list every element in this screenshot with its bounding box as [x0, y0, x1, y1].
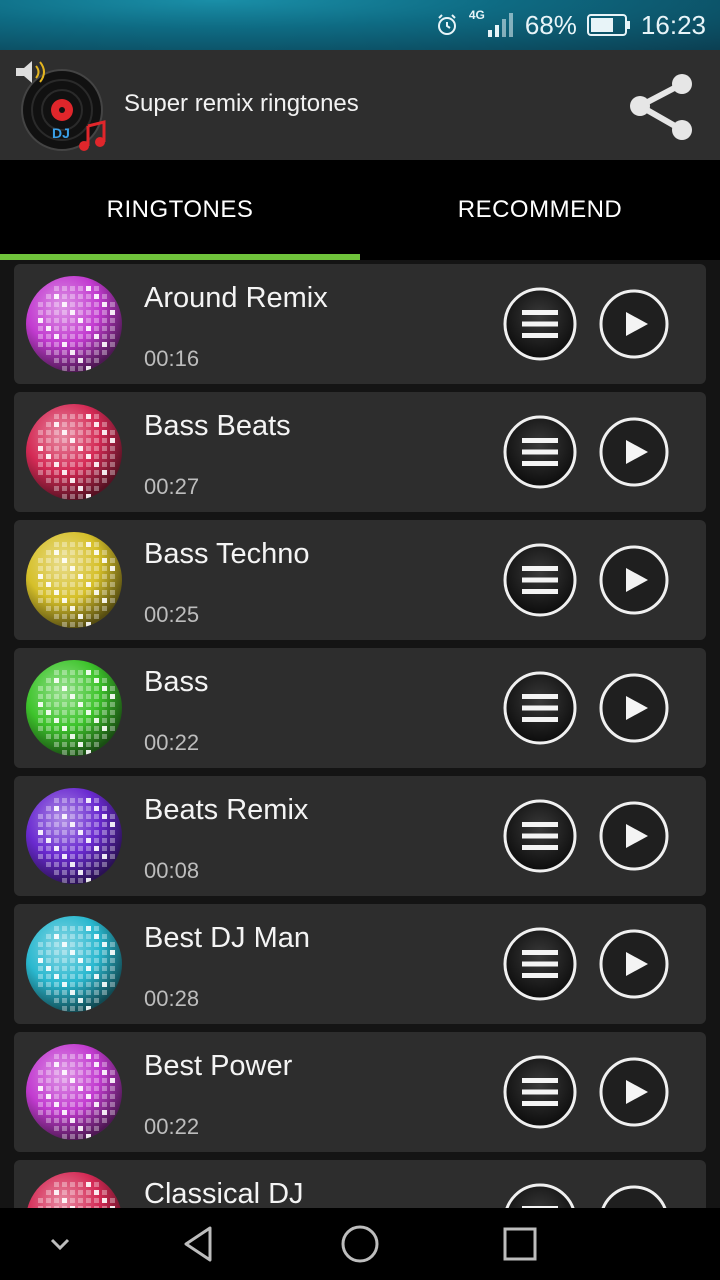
ringtone-item[interactable]: Classical DJ	[14, 1160, 706, 1208]
back-icon[interactable]	[178, 1222, 222, 1266]
ringtone-menu-button[interactable]	[502, 926, 578, 1002]
share-icon	[630, 74, 692, 140]
ringtone-duration: 00:16	[144, 346, 200, 371]
ringtone-duration: 00:28	[144, 986, 200, 1011]
menu-icon	[503, 927, 577, 1001]
ringtone-play-button[interactable]	[598, 544, 670, 616]
menu-icon	[503, 1055, 577, 1129]
ringtone-duration: 00:25	[144, 602, 200, 627]
menu-icon	[505, 1183, 575, 1208]
ringtone-title: Best DJ Man	[144, 922, 310, 954]
menu-icon	[503, 671, 577, 745]
ringtone-item[interactable]: Bass 00:22	[14, 648, 706, 768]
status-bar: 4G 68% 16:23	[0, 0, 720, 50]
ringtone-play-button[interactable]	[598, 288, 670, 360]
ringtone-item[interactable]: Best DJ Man 00:28	[14, 904, 706, 1024]
ringtone-duration: 00:27	[144, 474, 200, 499]
disco-ball-icon	[24, 402, 124, 502]
play-icon	[599, 929, 669, 999]
ringtone-title: Bass Techno	[144, 538, 310, 570]
ringtone-play-button[interactable]	[598, 1056, 670, 1128]
ringtone-item[interactable]: Around Remix 00:16	[14, 264, 706, 384]
disco-ball-icon	[24, 1042, 124, 1142]
ringtone-play-button[interactable]	[598, 416, 670, 488]
battery-percent: 68%	[524, 9, 577, 40]
clock: 16:23	[640, 9, 706, 40]
ringtone-menu-button[interactable]	[502, 1182, 578, 1208]
alarm-icon	[437, 14, 456, 35]
ringtone-title: Classical DJ	[144, 1178, 304, 1208]
tab-recommend[interactable]: RECOMMEND	[360, 160, 720, 260]
menu-icon	[503, 287, 577, 361]
network-type: 4G	[468, 8, 485, 22]
play-icon	[599, 801, 669, 871]
menu-icon	[503, 543, 577, 617]
home-icon[interactable]	[338, 1222, 382, 1266]
ringtone-item[interactable]: Best Power 00:22	[14, 1032, 706, 1152]
ringtone-item[interactable]: Bass Beats 00:27	[14, 392, 706, 512]
navigation-bar	[0, 1208, 720, 1280]
ringtone-duration: 00:22	[144, 730, 200, 755]
chevron-down-icon[interactable]	[38, 1222, 82, 1266]
ringtone-title: Bass Beats	[144, 410, 291, 442]
ringtone-duration: 00:08	[144, 858, 200, 883]
disco-ball-icon	[24, 786, 124, 886]
play-icon	[599, 673, 669, 743]
disco-ball-icon	[24, 530, 124, 630]
disco-ball-icon	[24, 274, 124, 374]
ringtone-item[interactable]: Beats Remix 00:08	[14, 776, 706, 896]
ringtone-menu-button[interactable]	[502, 670, 578, 746]
app-logo: DJ	[12, 58, 112, 154]
menu-icon	[503, 799, 577, 873]
ringtone-title: Bass	[144, 666, 209, 698]
ringtone-play-button[interactable]	[598, 928, 670, 1000]
play-icon	[599, 1057, 669, 1127]
recents-icon[interactable]	[498, 1222, 542, 1266]
disco-ball-icon	[24, 658, 124, 758]
menu-icon	[503, 415, 577, 489]
ringtone-play-button[interactable]	[598, 800, 670, 872]
play-icon	[599, 417, 669, 487]
play-icon	[599, 289, 669, 359]
share-button[interactable]	[620, 66, 700, 146]
app-bar: DJ Super remix ringtones	[0, 50, 720, 160]
play-icon	[599, 545, 669, 615]
ringtone-play-button[interactable]	[598, 1184, 670, 1208]
ringtone-play-button[interactable]	[598, 672, 670, 744]
ringtone-list[interactable]: Around Remix 00:16 Bass Beats 00:27 Bass…	[0, 260, 720, 1208]
ringtone-menu-button[interactable]	[502, 414, 578, 490]
tab-bar: RINGTONES RECOMMEND	[0, 160, 720, 260]
ringtone-menu-button[interactable]	[502, 542, 578, 618]
ringtone-menu-button[interactable]	[502, 798, 578, 874]
ringtone-title: Around Remix	[144, 282, 328, 314]
logo-dj-text: DJ	[52, 125, 70, 141]
ringtone-title: Best Power	[144, 1050, 293, 1082]
ringtone-duration: 00:22	[144, 1114, 200, 1139]
app-title: Super remix ringtones	[124, 90, 359, 117]
tab-ringtones[interactable]: RINGTONES	[0, 160, 360, 260]
disco-ball-icon	[24, 1170, 124, 1208]
ringtone-item[interactable]: Bass Techno 00:25	[14, 520, 706, 640]
ringtone-title: Beats Remix	[144, 794, 309, 826]
play-icon	[601, 1185, 667, 1208]
signal-icon	[487, 13, 513, 37]
disco-ball-icon	[24, 914, 124, 1014]
ringtone-menu-button[interactable]	[502, 286, 578, 362]
ringtone-menu-button[interactable]	[502, 1054, 578, 1130]
battery-icon	[586, 14, 630, 36]
